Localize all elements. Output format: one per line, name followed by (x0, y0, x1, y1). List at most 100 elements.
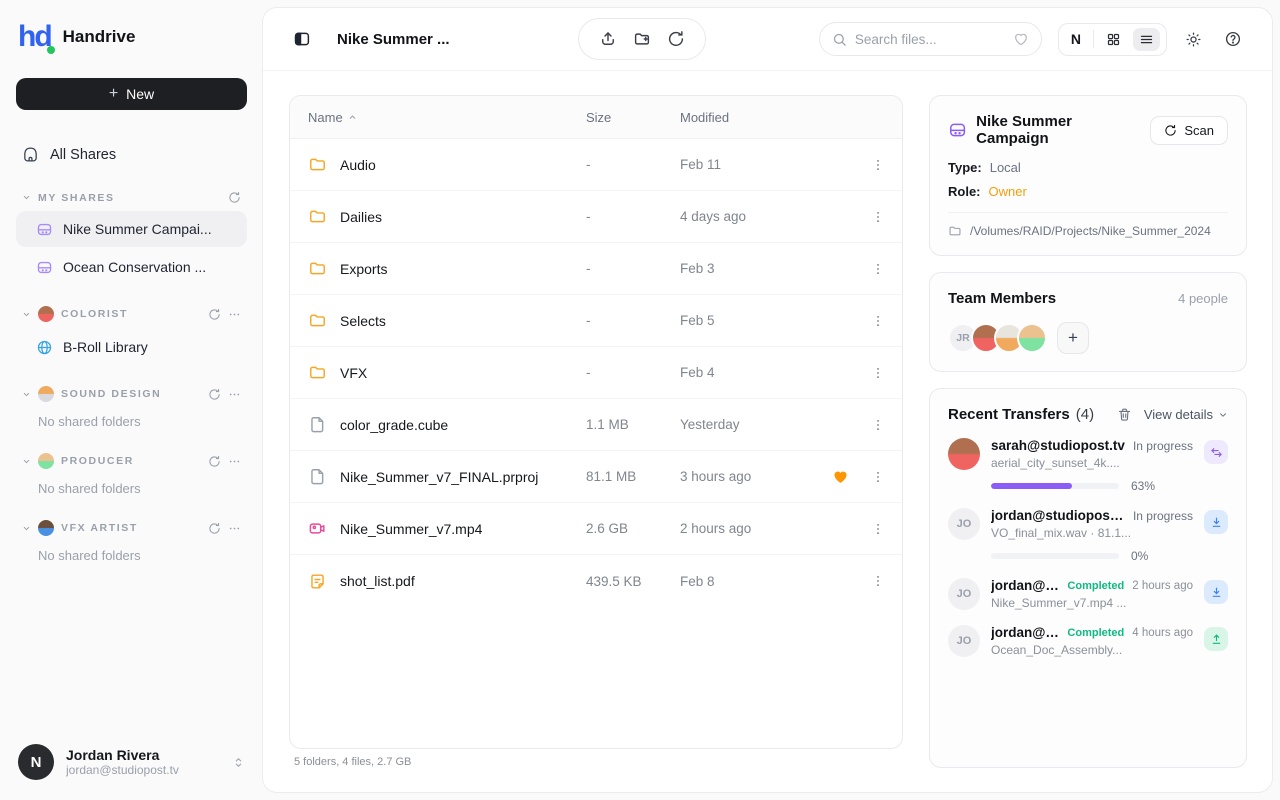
column-name[interactable]: Name (308, 110, 586, 125)
column-modified[interactable]: Modified (680, 110, 823, 125)
search-input[interactable] (855, 32, 1005, 47)
view-details-button[interactable]: View details (1144, 407, 1228, 422)
transfer-item[interactable]: JO jordan@st... Completed 2 hours ago Ni… (948, 578, 1228, 610)
transfer-avatar-sarah (948, 438, 980, 470)
row-menu-button[interactable] (857, 418, 885, 432)
folder-plus-icon (633, 30, 651, 48)
transfer-file: Nike_Summer_v7.mp4 ... (991, 596, 1193, 610)
sidebar-item-ocean-conservation[interactable]: Ocean Conservation ... (16, 249, 247, 285)
chevron-down-icon[interactable] (22, 457, 31, 466)
file-browser: Name Size Modified Audio - Feb 11 Dai (289, 95, 903, 768)
file-table: Name Size Modified Audio - Feb 11 Dai (289, 95, 903, 749)
file-actions-group (578, 18, 706, 60)
sidebar-item-broll-library[interactable]: B-Roll Library (16, 329, 247, 365)
user-account[interactable]: N Jordan Rivera jordan@studiopost.tv (16, 738, 247, 780)
sync-transfer-button[interactable] (1204, 440, 1228, 464)
transfer-item[interactable]: JO jordan@studiopost.tv In progress VO_f… (948, 508, 1228, 563)
list-view-button[interactable] (1133, 28, 1160, 51)
transfer-avatar-jo: JO (948, 578, 980, 610)
brand-name: Handrive (63, 27, 136, 47)
chevrons-up-down-icon[interactable] (232, 756, 245, 769)
team-avatars: JR + (948, 322, 1228, 354)
file-row-nike-summer-prproj[interactable]: Nike_Summer_v7_FINAL.prproj 81.1 MB 3 ho… (290, 451, 902, 503)
row-menu-button[interactable] (857, 210, 885, 224)
chevron-down-icon[interactable] (22, 310, 31, 319)
row-menu-button[interactable] (857, 262, 885, 276)
file-row-audio[interactable]: Audio - Feb 11 (290, 139, 902, 191)
more-icon[interactable] (228, 308, 241, 321)
file-icon (308, 467, 327, 486)
download-transfer-button[interactable] (1204, 580, 1228, 604)
search-box (819, 22, 1042, 56)
more-icon[interactable] (228, 388, 241, 401)
current-folder-title: Nike Summer ... (337, 31, 450, 48)
more-icon[interactable] (228, 455, 241, 468)
row-menu-button[interactable] (857, 314, 885, 328)
team-count: 4 people (1178, 291, 1228, 306)
transfer-status: Completed (1067, 580, 1124, 592)
plus-icon: + (109, 85, 118, 103)
grid-view-button[interactable] (1100, 28, 1127, 51)
transfer-item[interactable]: JO jordan@st... Completed 4 hours ago Oc… (948, 625, 1228, 657)
main-panel: Nike Summer ... N (263, 8, 1272, 792)
sort-letter[interactable]: N (1065, 31, 1087, 47)
more-icon[interactable] (228, 522, 241, 535)
chevron-down-icon[interactable] (22, 524, 31, 533)
refresh-icon[interactable] (208, 455, 221, 468)
upload-transfer-button[interactable] (1204, 627, 1228, 651)
arrows-left-right-icon (1210, 446, 1223, 459)
row-menu-button[interactable] (857, 158, 885, 172)
team-title: Team Members (948, 290, 1056, 307)
transfer-status: In progress (1133, 439, 1193, 453)
column-size[interactable]: Size (586, 110, 680, 125)
row-menu-button[interactable] (857, 522, 885, 536)
row-menu-button[interactable] (857, 366, 885, 380)
new-folder-button[interactable] (629, 26, 655, 52)
file-row-dailies[interactable]: Dailies - 4 days ago (290, 191, 902, 243)
transfer-item[interactable]: sarah@studiopost.tv In progress aerial_c… (948, 438, 1228, 493)
refresh-icon[interactable] (208, 388, 221, 401)
favorite-heart-icon[interactable] (832, 468, 849, 485)
download-transfer-button[interactable] (1204, 510, 1228, 534)
sidebar-item-nike-summer[interactable]: Nike Summer Campai... (16, 211, 247, 247)
refresh-icon[interactable] (208, 308, 221, 321)
upload-button[interactable] (595, 26, 621, 52)
file-row-color-grade-cube[interactable]: color_grade.cube 1.1 MB Yesterday (290, 399, 902, 451)
refresh-icon[interactable] (228, 191, 241, 204)
recent-transfers-card: Recent Transfers (4) View details (929, 388, 1247, 768)
scan-button[interactable]: Scan (1150, 116, 1228, 145)
trash-icon[interactable] (1117, 407, 1132, 422)
refresh-button[interactable] (663, 26, 689, 52)
share-info-card: Nike Summer Campaign Scan Type: Local Ro… (929, 95, 1247, 256)
kebab-icon (871, 210, 885, 224)
globe-icon (36, 339, 53, 356)
sidebar-item-all-shares[interactable]: All Shares (16, 138, 247, 171)
folder-icon (308, 207, 327, 226)
file-row-vfx[interactable]: VFX - Feb 4 (290, 347, 902, 399)
help-circle-icon (1224, 30, 1242, 48)
chevron-down-icon[interactable] (22, 390, 31, 399)
help-button[interactable] (1220, 26, 1246, 52)
heart-filter-icon[interactable] (1013, 31, 1029, 47)
refresh-icon[interactable] (208, 522, 221, 535)
theme-toggle-button[interactable] (1181, 27, 1206, 52)
drive-icon (36, 259, 53, 276)
transfer-file: Ocean_Doc_Assembly... (991, 643, 1193, 657)
row-menu-button[interactable] (857, 470, 885, 484)
file-row-exports[interactable]: Exports - Feb 3 (290, 243, 902, 295)
member-avatar-man-glasses-emoji[interactable] (1017, 323, 1047, 353)
file-row-shot-list-pdf[interactable]: shot_list.pdf 439.5 KB Feb 8 (290, 555, 902, 607)
transfer-file: aerial_city_sunset_4k.... (991, 456, 1193, 470)
add-member-button[interactable]: + (1057, 322, 1089, 354)
new-button[interactable]: + New (16, 78, 247, 110)
file-row-selects[interactable]: Selects - Feb 5 (290, 295, 902, 347)
chevron-down-icon[interactable] (22, 193, 31, 202)
row-menu-button[interactable] (857, 574, 885, 588)
upload-icon (1210, 633, 1223, 646)
chevron-down-icon (1218, 410, 1228, 420)
transfer-file: VO_final_mix.wav · 81.1... (991, 526, 1193, 540)
file-row-nike-summer-mp4[interactable]: Nike_Summer_v7.mp4 2.6 GB 2 hours ago (290, 503, 902, 555)
drive-icon (948, 120, 967, 140)
sidebar-toggle-button[interactable] (289, 26, 315, 52)
section-producer: PRODUCER (22, 453, 241, 469)
